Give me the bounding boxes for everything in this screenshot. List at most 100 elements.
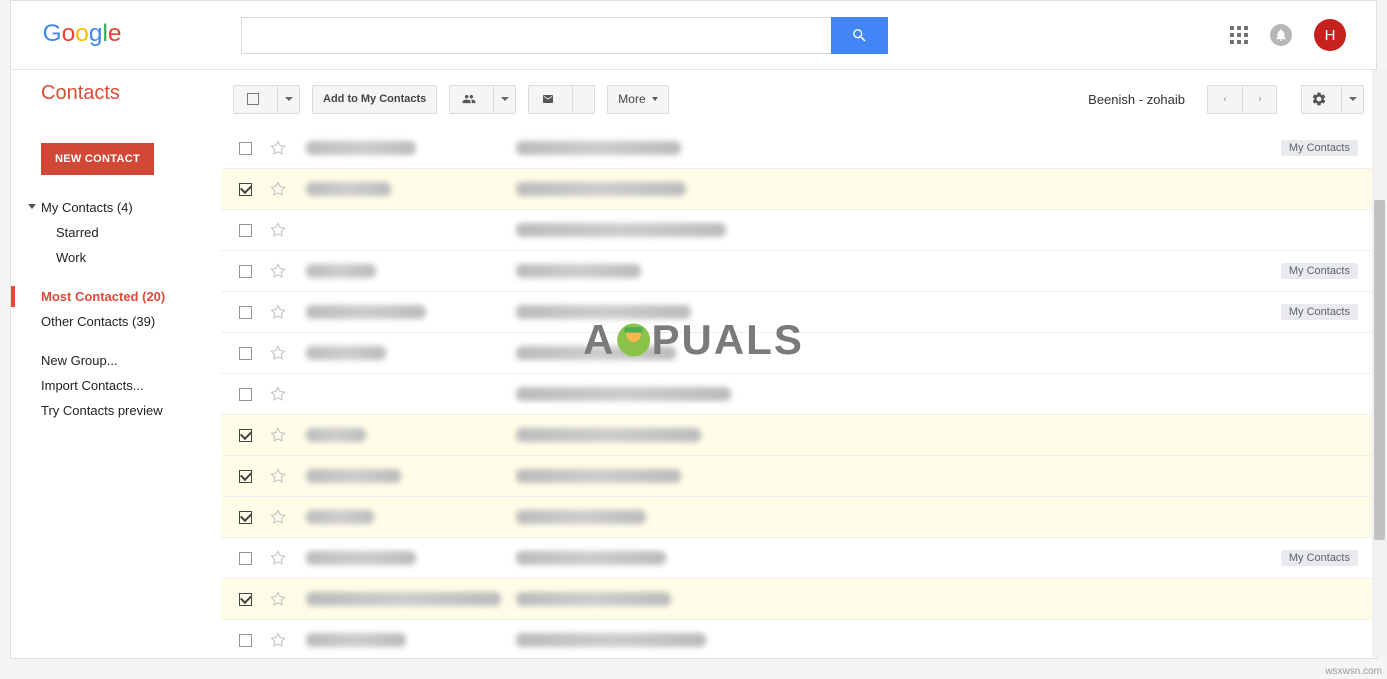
sidebar-item-my-contacts[interactable]: My Contacts (4) [11, 195, 221, 220]
contact-email [516, 264, 1281, 278]
row-checkbox[interactable] [239, 265, 252, 278]
row-checkbox[interactable] [239, 224, 252, 237]
sidebar-item-label: Try Contacts preview [41, 403, 163, 418]
sidebar-item-try-preview[interactable]: Try Contacts preview [11, 398, 221, 423]
contact-email [516, 305, 1281, 319]
contact-name [306, 428, 516, 442]
more-dropdown[interactable]: More [607, 85, 668, 114]
contact-row[interactable] [221, 415, 1376, 456]
star-icon[interactable] [270, 386, 286, 402]
row-checkbox[interactable] [239, 470, 252, 483]
star-icon[interactable] [270, 550, 286, 566]
chevron-down-icon [501, 97, 509, 101]
mail-icon [540, 93, 556, 105]
header-bar: Google H [11, 1, 1376, 70]
add-to-contacts-button[interactable]: Add to My Contacts [312, 85, 437, 114]
main-panel: Add to My Contacts More Beenish - zohaib [221, 70, 1376, 658]
contact-name [306, 633, 516, 647]
sidebar-item-label: New Group... [41, 353, 118, 368]
groups-dropdown[interactable] [449, 85, 516, 114]
sidebar-item-other-contacts[interactable]: Other Contacts (39) [11, 309, 221, 334]
row-checkbox[interactable] [239, 429, 252, 442]
star-icon[interactable] [270, 427, 286, 443]
sidebar-item-starred[interactable]: Starred [11, 220, 221, 245]
label-chip[interactable]: My Contacts [1281, 550, 1358, 566]
contact-row[interactable]: My Contacts [221, 251, 1376, 292]
google-logo[interactable]: Google [41, 20, 133, 50]
chevron-down-icon [28, 204, 36, 209]
contact-row[interactable] [221, 333, 1376, 374]
search-button[interactable] [831, 17, 888, 54]
notifications-icon[interactable] [1270, 24, 1292, 46]
star-icon[interactable] [270, 345, 286, 361]
contact-name [306, 141, 516, 155]
contact-row[interactable] [221, 374, 1376, 415]
account-avatar[interactable]: H [1314, 19, 1346, 51]
account-name-label: Beenish - zohaib [1088, 92, 1185, 107]
label-chip[interactable]: My Contacts [1281, 304, 1358, 320]
select-all-dropdown[interactable] [233, 85, 300, 114]
apps-icon[interactable] [1230, 26, 1248, 44]
contact-name [306, 305, 516, 319]
row-checkbox[interactable] [239, 388, 252, 401]
contact-row[interactable]: My Contacts [221, 128, 1376, 169]
contact-row[interactable] [221, 579, 1376, 620]
star-icon[interactable] [270, 263, 286, 279]
contact-name [306, 510, 516, 524]
chevron-down-icon [652, 97, 658, 101]
sidebar-item-most-contacted[interactable]: Most Contacted (20) [11, 284, 221, 309]
prev-button[interactable] [1207, 85, 1242, 114]
contact-row[interactable] [221, 620, 1376, 658]
row-checkbox[interactable] [239, 306, 252, 319]
star-icon[interactable] [270, 632, 286, 648]
sidebar-item-new-group[interactable]: New Group... [11, 348, 221, 373]
contact-row[interactable]: My Contacts [221, 292, 1376, 333]
email-dropdown[interactable] [528, 85, 595, 114]
new-contact-button[interactable]: NEW CONTACT [41, 143, 154, 175]
chevron-left-icon [1221, 93, 1229, 105]
label-chip[interactable]: My Contacts [1281, 140, 1358, 156]
star-icon[interactable] [270, 181, 286, 197]
row-checkbox[interactable] [239, 593, 252, 606]
pagination-arrows [1207, 85, 1277, 114]
row-checkbox[interactable] [239, 142, 252, 155]
groups-icon [458, 92, 480, 106]
contact-email [516, 510, 1358, 524]
contact-row[interactable] [221, 210, 1376, 251]
contact-email [516, 551, 1281, 565]
search-input[interactable] [241, 17, 831, 54]
contact-row[interactable] [221, 497, 1376, 538]
row-checkbox[interactable] [239, 634, 252, 647]
row-checkbox[interactable] [239, 183, 252, 196]
row-checkbox[interactable] [239, 511, 252, 524]
star-icon[interactable] [270, 468, 286, 484]
row-checkbox[interactable] [239, 552, 252, 565]
app-title: Contacts [11, 82, 221, 123]
star-icon[interactable] [270, 140, 286, 156]
star-icon[interactable] [270, 509, 286, 525]
search-icon [851, 27, 868, 44]
contact-email [516, 223, 1358, 237]
scrollbar-thumb[interactable] [1374, 200, 1385, 540]
star-icon[interactable] [270, 304, 286, 320]
scrollbar-track[interactable] [1372, 70, 1387, 657]
contact-row[interactable]: My Contacts [221, 538, 1376, 579]
sidebar-item-label: Starred [56, 225, 99, 240]
star-icon[interactable] [270, 591, 286, 607]
sidebar-item-import-contacts[interactable]: Import Contacts... [11, 373, 221, 398]
sidebar-item-work[interactable]: Work [11, 245, 221, 270]
source-footer: wsxwsn.com [1325, 666, 1382, 677]
contact-email [516, 633, 1358, 647]
row-checkbox[interactable] [239, 347, 252, 360]
chevron-right-icon [1256, 93, 1264, 105]
contact-name [306, 551, 516, 565]
contact-row[interactable] [221, 456, 1376, 497]
chevron-down-icon [285, 97, 293, 101]
settings-dropdown[interactable] [1301, 85, 1364, 114]
contact-name [306, 182, 516, 196]
svg-text:Google: Google [43, 20, 122, 47]
label-chip[interactable]: My Contacts [1281, 263, 1358, 279]
star-icon[interactable] [270, 222, 286, 238]
next-button[interactable] [1242, 85, 1277, 114]
contact-row[interactable] [221, 169, 1376, 210]
